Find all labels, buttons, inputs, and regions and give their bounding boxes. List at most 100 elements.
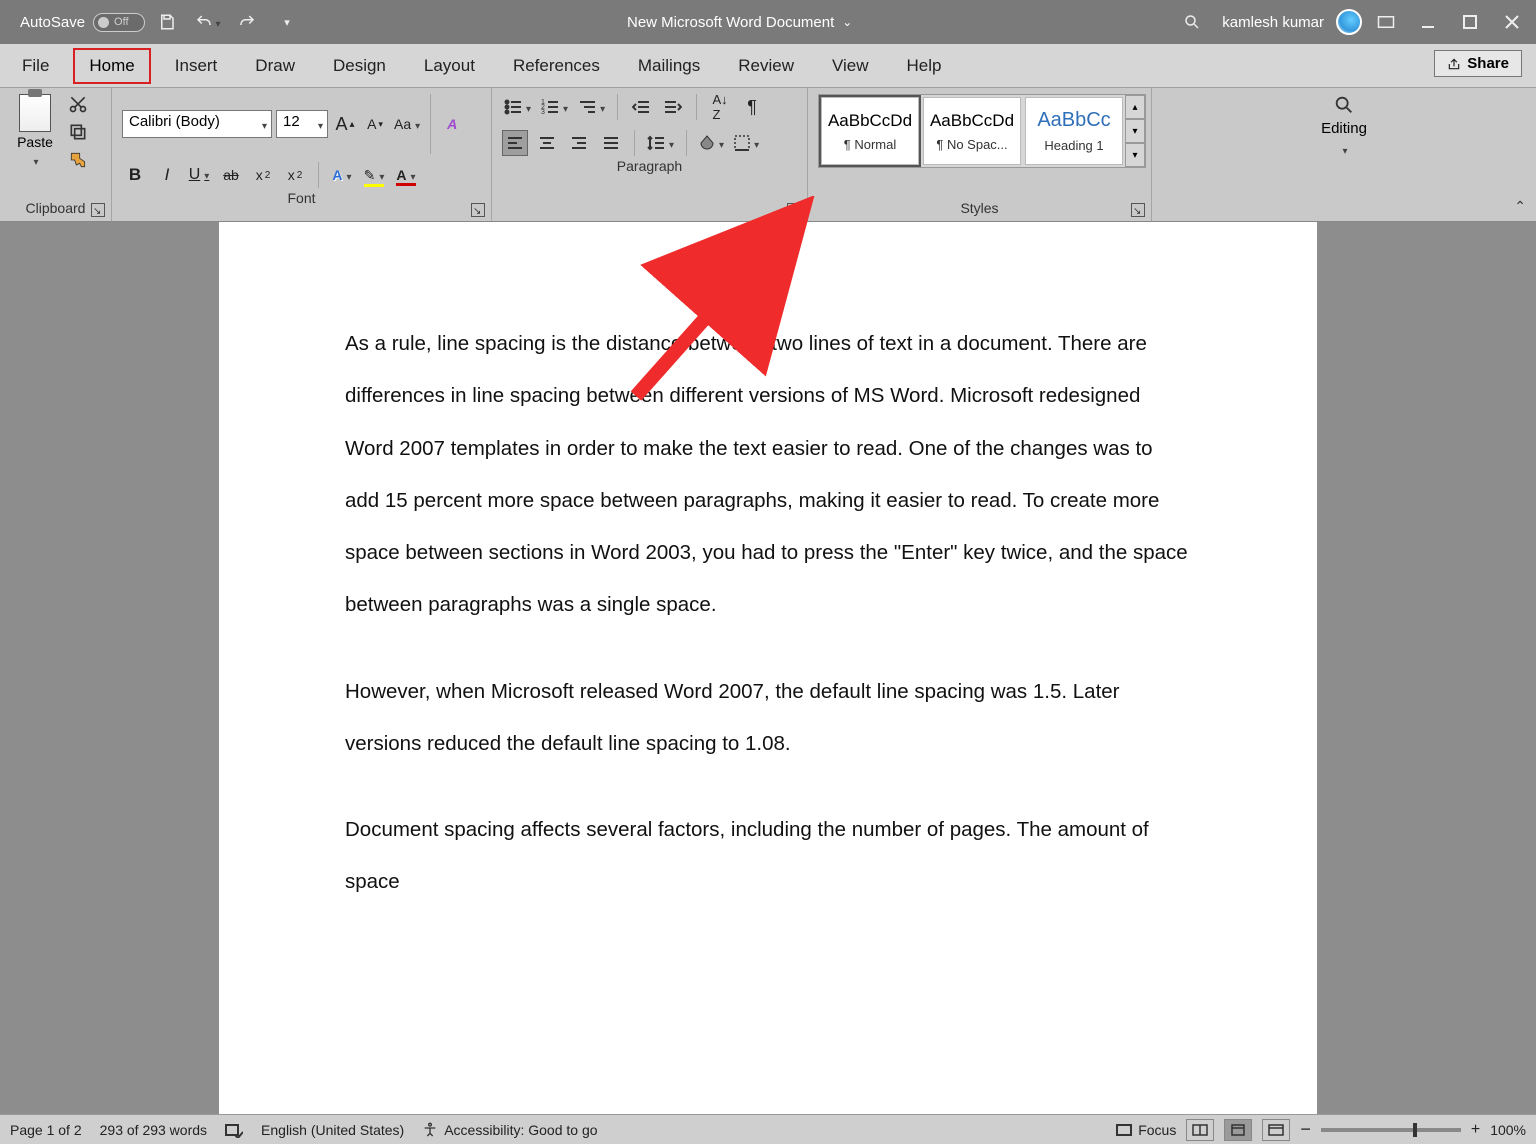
tab-file[interactable]: File (8, 50, 63, 82)
tab-layout[interactable]: Layout (410, 50, 489, 82)
zoom-slider[interactable] (1321, 1128, 1461, 1132)
line-spacing-icon[interactable] (645, 130, 676, 156)
increase-indent-icon[interactable] (660, 94, 686, 120)
status-word-count[interactable]: 293 of 293 words (100, 1122, 207, 1138)
decrease-indent-icon[interactable] (628, 94, 654, 120)
style-normal[interactable]: AaBbCcDd ¶ Normal (821, 97, 919, 165)
bullets-icon[interactable] (502, 94, 533, 120)
ribbon-tabs: File Home Insert Draw Design Layout Refe… (0, 44, 1536, 88)
grow-font-icon[interactable]: A▴ (332, 111, 358, 137)
style-heading-1[interactable]: AaBbCc Heading 1 (1025, 97, 1123, 165)
justify-icon[interactable] (598, 130, 624, 156)
zoom-in-button[interactable]: + (1471, 1121, 1480, 1139)
format-painter-icon[interactable] (68, 150, 90, 172)
zoom-level[interactable]: 100% (1490, 1122, 1526, 1138)
spellcheck-icon[interactable] (225, 1122, 243, 1138)
tab-help[interactable]: Help (893, 50, 956, 82)
cut-icon[interactable] (68, 94, 90, 116)
paste-button[interactable]: Paste (10, 94, 60, 170)
font-name-combo[interactable]: Calibri (Body) (122, 110, 272, 138)
focus-label: Focus (1138, 1122, 1176, 1138)
share-button[interactable]: Share (1434, 50, 1522, 77)
gallery-scroll-down-icon[interactable]: ▾ (1125, 119, 1145, 143)
tab-review[interactable]: Review (724, 50, 808, 82)
minimize-button[interactable] (1410, 4, 1446, 40)
redo-button[interactable] (229, 4, 265, 40)
editing-button[interactable]: Editing (1306, 94, 1382, 159)
status-page[interactable]: Page 1 of 2 (10, 1122, 82, 1138)
status-accessibility[interactable]: Accessibility: Good to go (422, 1122, 597, 1138)
gallery-scroll-up-icon[interactable]: ▴ (1125, 95, 1145, 119)
web-layout-icon[interactable] (1262, 1119, 1290, 1141)
align-right-icon[interactable] (566, 130, 592, 156)
styles-launcher[interactable] (1131, 203, 1145, 217)
svg-text:3: 3 (541, 109, 545, 115)
strikethrough-button[interactable]: ab (218, 162, 244, 188)
shading-icon[interactable] (697, 130, 726, 156)
group-editing: Editing ⌃ (1152, 88, 1536, 221)
highlight-color-icon[interactable]: ✎ (361, 162, 387, 188)
tab-draw[interactable]: Draw (241, 50, 309, 82)
superscript-button[interactable]: x2 (282, 162, 308, 188)
tab-insert[interactable]: Insert (161, 50, 232, 82)
show-hide-paragraph-icon[interactable]: ¶ (739, 94, 765, 120)
maximize-button[interactable] (1452, 4, 1488, 40)
styles-gallery[interactable]: AaBbCcDd ¶ Normal AaBbCcDd ¶ No Spac... … (818, 94, 1146, 168)
print-layout-icon[interactable] (1224, 1119, 1252, 1141)
ribbon-display-icon[interactable] (1368, 4, 1404, 40)
focus-mode-button[interactable]: Focus (1116, 1122, 1176, 1138)
qat-more-icon[interactable]: ▾ (269, 4, 305, 40)
save-icon[interactable] (149, 4, 185, 40)
tab-home[interactable]: Home (73, 48, 150, 84)
tab-references[interactable]: References (499, 50, 614, 82)
tab-design[interactable]: Design (319, 50, 400, 82)
shrink-font-icon[interactable]: A▾ (362, 111, 388, 137)
copy-icon[interactable] (68, 122, 90, 144)
font-size-combo[interactable]: 12 (276, 110, 328, 138)
focus-icon (1116, 1122, 1132, 1138)
subscript-button[interactable]: x2 (250, 162, 276, 188)
bold-button[interactable]: B (122, 162, 148, 188)
italic-button[interactable]: I (154, 162, 180, 188)
tab-mailings[interactable]: Mailings (624, 50, 714, 82)
multilevel-list-icon[interactable] (576, 94, 607, 120)
style-sample: AaBbCc (1037, 109, 1110, 132)
group-paragraph: 123 A↓Z ¶ Paragraph (492, 88, 808, 221)
font-size-value: 12 (283, 113, 300, 130)
clear-formatting-icon[interactable]: A (439, 111, 465, 137)
clipboard-icon (19, 94, 51, 132)
style-no-spacing[interactable]: AaBbCcDd ¶ No Spac... (923, 97, 1021, 165)
read-mode-icon[interactable] (1186, 1119, 1214, 1141)
numbering-icon[interactable]: 123 (539, 94, 570, 120)
search-icon[interactable] (1174, 4, 1210, 40)
clipboard-launcher[interactable] (91, 203, 105, 217)
status-language[interactable]: English (United States) (261, 1122, 404, 1138)
borders-icon[interactable] (732, 130, 761, 156)
title-dropdown-icon[interactable]: ⌄ (842, 15, 852, 29)
underline-button[interactable]: U (186, 162, 212, 188)
text-effects-icon[interactable]: A (329, 162, 355, 188)
document-area[interactable]: As a rule, line spacing is the distance … (0, 222, 1536, 1114)
sort-icon[interactable]: A↓Z (707, 94, 733, 120)
font-color-icon[interactable]: A (393, 162, 419, 188)
paragraph-launcher[interactable] (787, 203, 801, 217)
collapse-ribbon-icon[interactable]: ⌃ (1514, 198, 1526, 215)
close-button[interactable] (1494, 4, 1530, 40)
gallery-more-icon[interactable]: ▾ (1125, 143, 1145, 167)
body-paragraph: However, when Microsoft released Word 20… (345, 666, 1191, 771)
style-name: ¶ Normal (844, 137, 897, 152)
document-title: New Microsoft Word Document (627, 14, 834, 31)
font-launcher[interactable] (471, 203, 485, 217)
autosave-state: Off (114, 16, 128, 28)
paragraph-group-label: Paragraph (502, 156, 797, 177)
avatar[interactable] (1336, 9, 1362, 35)
styles-group-label: Styles (818, 198, 1141, 219)
zoom-out-button[interactable]: − (1300, 1119, 1311, 1140)
align-left-icon[interactable] (502, 130, 528, 156)
tab-view[interactable]: View (818, 50, 883, 82)
undo-button[interactable] (189, 4, 225, 40)
autosave-toggle[interactable]: AutoSave Off (20, 13, 145, 32)
align-center-icon[interactable] (534, 130, 560, 156)
document-page[interactable]: As a rule, line spacing is the distance … (219, 222, 1317, 1114)
change-case-icon[interactable]: Aa (392, 111, 422, 137)
